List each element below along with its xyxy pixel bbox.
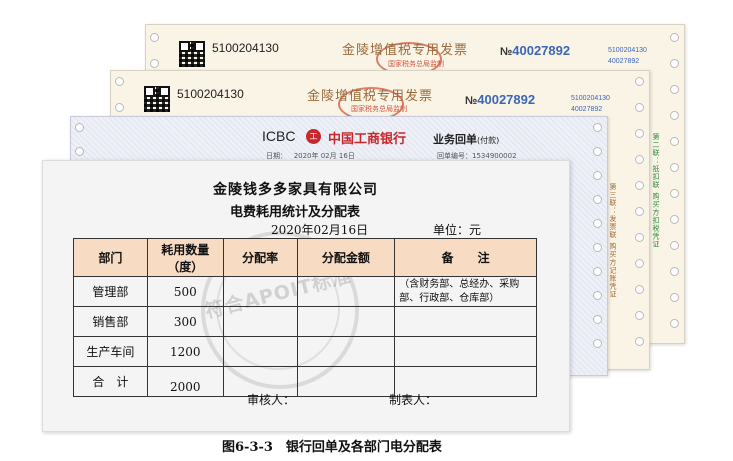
header-usage: 耗用数量 （度） [146,238,224,277]
table-row: 管理部 500 （含财务部、总经办、采购部、行政部、仓库部） [73,276,537,307]
seal-text: 国家税务总局监制 [388,60,444,68]
cell-rate [222,306,298,337]
side-label-invoice: 第三联：发票联 购买方记账凭证 [609,183,617,299]
perforation-right [591,117,605,375]
cell-amount [296,276,396,307]
cell-dept: 生产车间 [73,336,148,367]
allocation-sheet: 符合APOIT标准 金陵钱多多家具有限公司 电费耗用统计及分配表 2020年02… [42,160,570,432]
cell-usage: 1200 [146,336,224,367]
preparer-label: 制表人： [389,393,438,407]
bank-name: 中国工商银行 [328,132,407,147]
qr-code-icon [179,41,205,67]
header-rate: 分配率 [222,238,298,277]
perforation-right [668,25,682,343]
perforation-right [633,71,647,369]
cell-amount [296,366,396,397]
table-row: 生产车间 1200 [73,336,537,367]
cell-dept: 销售部 [73,306,148,337]
cell-dept: 合 计 [73,366,148,397]
invoice-small-code: 5100204130 40027892 [571,95,610,113]
table-row-total: 合 计 2000 [73,366,537,397]
header-note: 备 注 [394,238,537,277]
cell-rate [222,276,298,307]
invoice-code: 5100204130 [212,41,279,55]
icbc-logo-text: ICBC [262,128,296,144]
header-dept: 部门 [73,238,148,277]
cell-amount [296,306,396,337]
invoice-small-code: 5100204130 40027892 [608,47,647,65]
cell-note: （含财务部、总经办、采购部、行政部、仓库部） [394,276,537,307]
seal-text: 国家税务总局监制 [351,105,407,113]
invoice-number: №40027892 [500,43,571,58]
sheet-date: 2020年02月16日 [271,223,369,237]
cell-usage: 300 [146,306,224,337]
cell-dept: 管理部 [73,276,148,307]
table-header-row: 部门 耗用数量 （度） 分配率 分配金额 备 注 [73,238,537,277]
invoice-number: №40027892 [465,92,536,107]
invoice-code: 5100204130 [177,87,244,101]
invoice-title: 金陵增值税专用发票 [342,43,469,58]
receipt-title: 业务回单(付款) [433,133,500,146]
sheet-unit: 单位：元 [433,223,482,237]
allocation-table: 部门 耗用数量 （度） 分配率 分配金额 备 注 管理部 500 （含财务部、总… [73,238,537,397]
cell-note [394,336,537,367]
figure-caption: 图6-3-3 银行回单及各部门电分配表 [222,440,442,455]
table-row: 销售部 300 [73,306,537,337]
auditor-label: 审核人： [247,393,296,407]
company-name: 金陵钱多多家具有限公司 [213,182,378,198]
invoice-title: 金陵增值税专用发票 [307,89,434,104]
sheet-title: 电费耗用统计及分配表 [230,205,361,220]
cell-rate [222,336,298,367]
cell-usage: 500 [146,276,224,307]
cell-amount [296,336,396,367]
side-label-deduction: 第二联：抵扣联 购买方扣税凭证 [652,133,660,249]
qr-code-icon [144,86,170,112]
header-amount: 分配金额 [296,238,396,277]
cell-note [394,306,537,337]
cell-usage: 2000 [146,366,224,397]
icbc-logo-icon: 工 [306,129,321,144]
